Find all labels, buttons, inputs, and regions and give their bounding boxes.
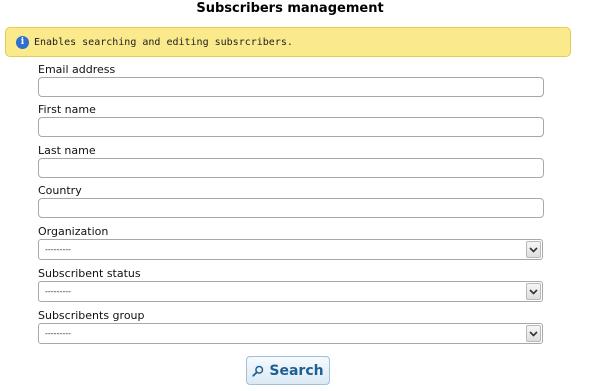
status-select[interactable]: --------- [38, 281, 543, 302]
country-field-group: Country [38, 184, 544, 218]
page-title: Subscribers management [196, 1, 384, 16]
group-field-group: Subscribents group --------- [38, 309, 544, 344]
info-notice: i Enables searching and editing subsrcri… [5, 27, 571, 57]
search-button[interactable]: Search [246, 356, 330, 385]
country-field[interactable] [38, 198, 544, 218]
organization-select[interactable]: --------- [38, 239, 543, 260]
group-select[interactable]: --------- [38, 323, 543, 344]
email-label: Email address [38, 63, 116, 76]
chevron-down-icon[interactable] [526, 241, 541, 258]
status-selected-value: --------- [45, 287, 71, 296]
organization-selected-value: --------- [45, 245, 71, 254]
search-icon [252, 365, 264, 377]
status-label: Subscribent status [38, 267, 141, 280]
country-label: Country [38, 184, 82, 197]
chevron-down-icon[interactable] [526, 325, 541, 342]
last-name-field[interactable] [38, 158, 544, 178]
first-name-label: First name [38, 103, 96, 116]
group-label: Subscribents group [38, 309, 145, 322]
status-field-group: Subscribent status --------- [38, 267, 544, 302]
search-button-label: Search [269, 362, 324, 379]
last-name-field-group: Last name [38, 144, 544, 178]
email-field-group: Email address [38, 63, 544, 97]
info-icon: i [16, 35, 29, 49]
last-name-label: Last name [38, 144, 96, 157]
email-field[interactable] [38, 77, 544, 97]
subscribers-page: Subscribers management i Enables searchi… [0, 0, 593, 391]
info-text: Enables searching and editing subsrcribe… [34, 36, 293, 48]
chevron-down-icon[interactable] [526, 283, 541, 300]
organization-field-group: Organization --------- [38, 225, 544, 260]
first-name-field[interactable] [38, 117, 544, 137]
first-name-field-group: First name [38, 103, 544, 137]
group-selected-value: --------- [45, 329, 71, 338]
organization-label: Organization [38, 225, 109, 238]
